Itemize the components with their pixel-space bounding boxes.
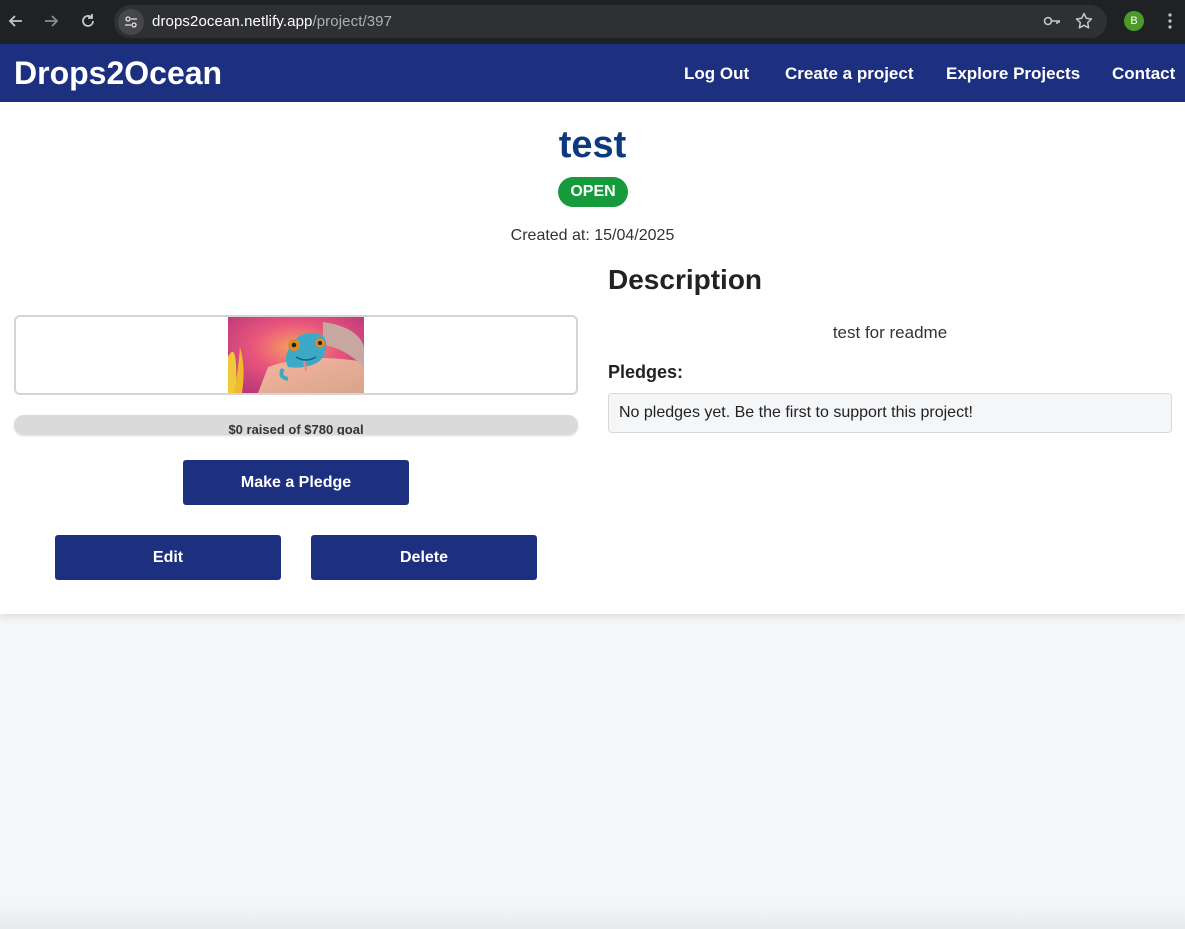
delete-button[interactable]: Delete <box>311 535 537 580</box>
project-image <box>228 317 364 393</box>
pledges-heading: Pledges: <box>608 362 684 382</box>
funding-progress-bar: $0 raised of $780 goal <box>14 415 578 435</box>
profile-avatar[interactable]: B <box>1124 11 1144 31</box>
project-image-container <box>14 315 578 395</box>
pledges-empty-message: No pledges yet. Be the first to support … <box>619 404 973 421</box>
created-date: Created at: 15/04/2025 <box>510 227 675 244</box>
project-title: test <box>558 124 627 166</box>
edit-button[interactable]: Edit <box>55 535 281 580</box>
make-pledge-button[interactable]: Make a Pledge <box>183 460 409 505</box>
url-text[interactable]: drops2ocean.netlify.app/project/397 <box>152 13 392 30</box>
nav-explore-projects[interactable]: Explore Projects <box>946 64 1080 84</box>
more-options-icon[interactable] <box>1160 11 1180 31</box>
project-card: test OPEN Created at: 15/04/2025 $0 rais… <box>0 102 1185 614</box>
forward-arrow-icon[interactable] <box>41 11 61 31</box>
page-bottom <box>0 900 1185 929</box>
nav-create-project[interactable]: Create a project <box>785 64 914 84</box>
bookmark-star-icon[interactable] <box>1074 11 1094 31</box>
progress-text: $0 raised of $780 goal <box>228 422 364 435</box>
site-header: Drops2Ocean Log Out Create a project Exp… <box>0 44 1185 102</box>
password-key-icon[interactable] <box>1042 11 1062 31</box>
nav-contact[interactable]: Contact <box>1112 64 1175 84</box>
description-heading: Description <box>608 264 763 295</box>
site-info-icon[interactable] <box>118 8 144 35</box>
status-badge: OPEN <box>558 177 628 207</box>
description-text: test for readme <box>832 323 948 342</box>
browser-toolbar: drops2ocean.netlify.app/project/397 B <box>0 0 1185 44</box>
back-arrow-icon[interactable] <box>6 11 26 31</box>
address-bar[interactable]: drops2ocean.netlify.app/project/397 <box>114 5 1107 38</box>
site-logo[interactable]: Drops2Ocean <box>14 56 222 90</box>
nav-log-out[interactable]: Log Out <box>684 64 749 84</box>
reload-icon[interactable] <box>78 11 98 31</box>
pledges-list: No pledges yet. Be the first to support … <box>608 393 1172 433</box>
